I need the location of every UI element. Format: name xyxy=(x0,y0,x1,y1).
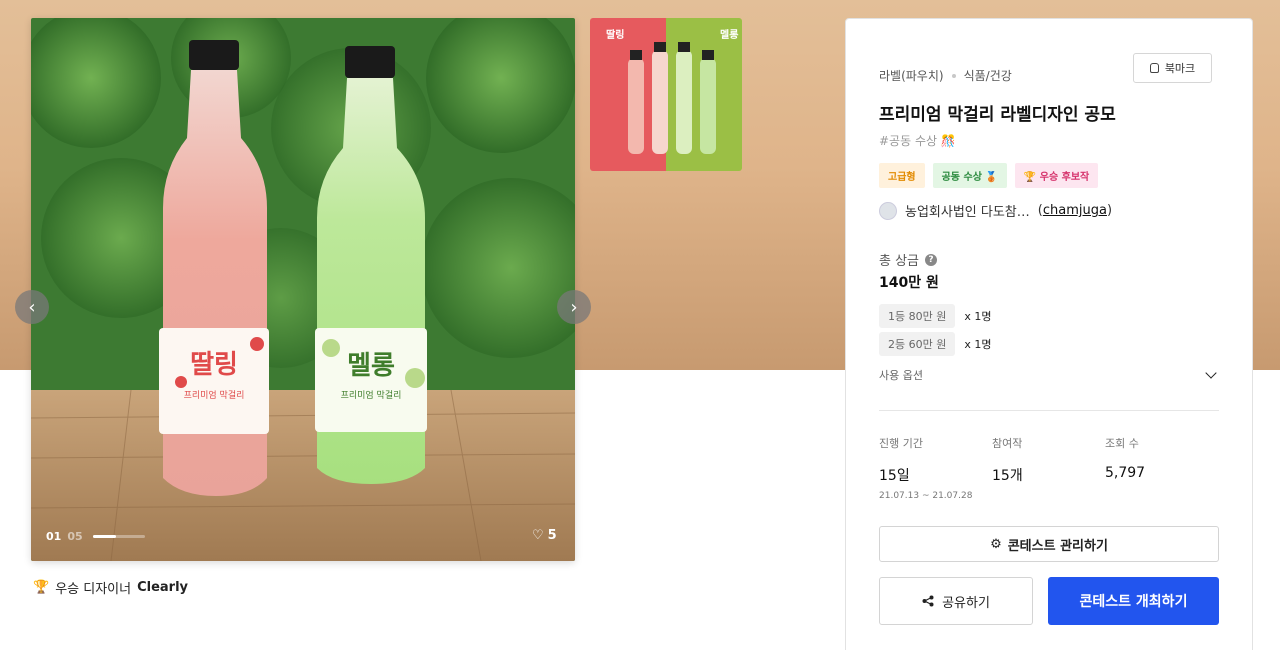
chevron-down-icon xyxy=(1205,367,1217,379)
help-icon[interactable]: ? xyxy=(925,253,938,266)
bottle-label-right-sub: 프리미엄 막걸리 xyxy=(341,389,402,401)
stat-entries: 참여작 15개 xyxy=(992,435,1023,485)
gallery-total-count: 05 xyxy=(67,530,83,543)
stat-subtext: 21.07.13 ~ 21.07.28 xyxy=(879,491,973,501)
prize-label: 총 상금 ? xyxy=(879,250,938,269)
like-count: 5 xyxy=(547,528,557,543)
avatar xyxy=(879,201,897,220)
manage-contest-button[interactable]: ⚙ 콘테스트 관리하기 xyxy=(879,526,1219,562)
prize-total: 140만 원 xyxy=(879,275,939,291)
like-button[interactable]: ♡ 5 xyxy=(532,528,557,543)
gallery-pagination: 01 05 xyxy=(46,530,145,543)
usage-options-toggle[interactable]: 사용 옵션 xyxy=(879,367,1219,383)
host-contest-label: 콘테스트 개최하기 xyxy=(1079,594,1188,610)
stat-label: 참여작 xyxy=(992,437,1023,450)
gallery-progress-bar xyxy=(92,535,145,538)
prize-label-text: 총 상금 xyxy=(879,254,920,269)
manage-contest-label: 콘테스트 관리하기 xyxy=(1007,538,1108,554)
stat-duration: 진행 기간 15일 21.07.13 ~ 21.07.28 xyxy=(879,435,972,501)
winner-name[interactable]: Clearly xyxy=(137,580,188,595)
breadcrumb-subcategory[interactable]: 식품/건강 xyxy=(964,67,1012,84)
bottle-label-left: 딸링 xyxy=(190,350,238,380)
stat-label: 진행 기간 xyxy=(879,437,923,450)
trophy-icon: 🏆 xyxy=(33,580,50,595)
thumb-label-right: 멜롱 xyxy=(720,29,738,41)
prize-rank-1: 1등 80만 원 x 1명 xyxy=(879,304,991,328)
bottle-label-right: 멜롱 xyxy=(347,351,395,381)
stat-label: 조회 수 xyxy=(1105,437,1139,450)
gallery-next-button[interactable]: › xyxy=(557,290,591,324)
usage-options-label: 사용 옵션 xyxy=(879,369,923,382)
page-title: 프리미엄 막걸리 라벨디자인 공모 xyxy=(879,105,1116,125)
gallery-progress-fill xyxy=(92,535,117,538)
hashtag[interactable]: #공동 수상 🎊 xyxy=(879,132,956,149)
host-name: 농업회사법인 다도참… xyxy=(905,205,1030,220)
chevron-left-icon: ‹ xyxy=(28,296,36,318)
tag-joint-award: 공동 수상 🥉 xyxy=(932,163,1007,188)
prize-rank-pill: 2등 60만 원 xyxy=(879,332,956,356)
gallery-prev-button[interactable]: ‹ xyxy=(15,290,49,324)
winner-designer: 🏆 우승 디자이너 Clearly xyxy=(33,578,188,597)
bookmark-label: 북마크 xyxy=(1164,62,1196,75)
tag-premium: 고급형 xyxy=(879,163,925,188)
winner-prefix: 우승 디자이너 xyxy=(55,582,132,597)
breadcrumb: 라벨(파우치) 식품/건강 xyxy=(879,67,1012,84)
bookmark-icon xyxy=(1149,63,1159,73)
prize-rank-pill: 1등 80만 원 xyxy=(879,304,956,328)
host-info: 농업회사법인 다도참… (chamjuga) xyxy=(879,201,1112,220)
prize-rank-2: 2등 60만 원 x 1명 xyxy=(879,332,991,356)
share-icon xyxy=(922,595,934,607)
contest-info-card: 라벨(파우치) 식품/건강 북마크 프리미엄 막걸리 라벨디자인 공모 #공동 … xyxy=(845,18,1253,650)
gallery-current-index: 01 xyxy=(46,530,62,543)
heart-icon: ♡ xyxy=(532,528,544,543)
stat-value: 15일 xyxy=(879,468,910,484)
host-handle-link[interactable]: chamjuga xyxy=(1043,203,1107,218)
stat-value: 15개 xyxy=(992,468,1023,484)
share-label: 공유하기 xyxy=(942,595,990,611)
host-contest-button[interactable]: 콘테스트 개최하기 xyxy=(1048,577,1219,625)
chevron-right-icon: › xyxy=(570,296,578,318)
stat-views: 조회 수 5,797 xyxy=(1105,435,1145,481)
stat-value: 5,797 xyxy=(1105,465,1146,481)
gear-icon: ⚙ xyxy=(990,536,1002,552)
gallery-thumbnail[interactable]: 딸링 멜롱 xyxy=(590,18,742,171)
thumb-label-left: 딸링 xyxy=(606,29,624,41)
prize-rank-count: x 1명 xyxy=(964,310,992,323)
tag-list: 고급형 공동 수상 🥉 🏆 우승 후보작 xyxy=(879,163,1099,188)
share-button[interactable]: 공유하기 xyxy=(879,577,1033,625)
tag-winner-candidate: 🏆 우승 후보작 xyxy=(1014,163,1099,188)
bottle-label-left-sub: 프리미엄 막걸리 xyxy=(184,389,245,401)
divider xyxy=(879,410,1219,411)
prize-rank-count: x 1명 xyxy=(964,338,992,351)
bookmark-button[interactable]: 북마크 xyxy=(1133,53,1212,83)
breadcrumb-category[interactable]: 라벨(파우치) xyxy=(879,67,944,84)
breadcrumb-separator xyxy=(951,73,956,78)
main-gallery-image: 딸링 프리미엄 막걸리 멜롱 프리미엄 막걸리 xyxy=(31,18,575,561)
